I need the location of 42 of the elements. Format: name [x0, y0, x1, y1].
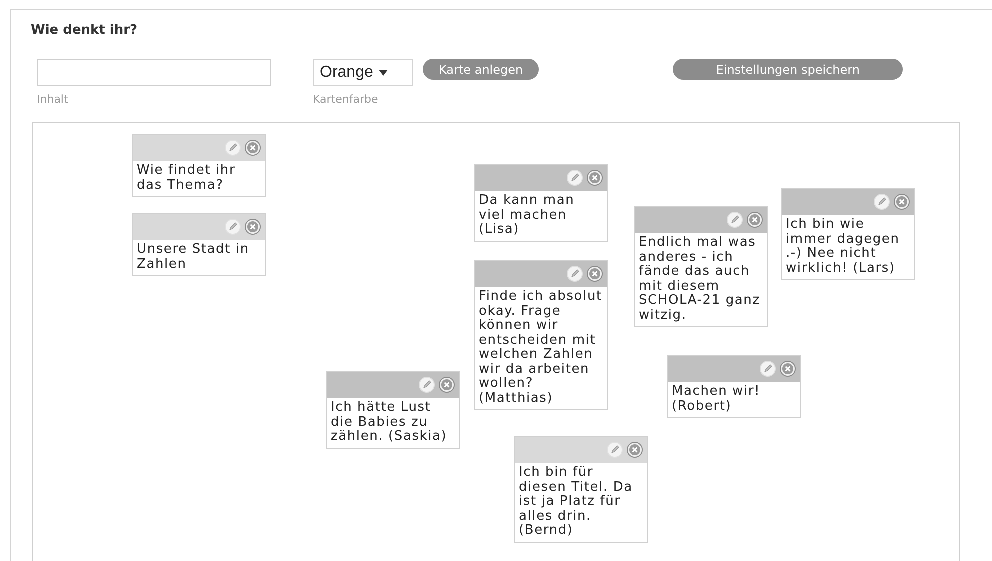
close-icon[interactable] — [587, 266, 603, 282]
content-label: Inhalt — [37, 92, 68, 108]
note-card[interactable]: Endlich mal was anderes - ich fände das auch mit diesem SCHOLA-21 ganz witzig. — [634, 206, 768, 327]
card-text: Endlich mal was anderes - ich fände das auch mit diesem SCHOLA-21 ganz witzig. — [638, 234, 762, 324]
card-text: Ich bin für diesen Titel. Da ist ja Platz für alles drin. (Bernd) — [518, 464, 634, 540]
note-card[interactable]: Ich bin für diesen Titel. Da ist ja Platz für alles drin. (Bernd) — [514, 436, 648, 542]
content-input-field[interactable] — [37, 59, 271, 86]
close-icon[interactable] — [894, 194, 910, 210]
card-text: Wie findet ihr das Thema? — [136, 162, 237, 194]
pencil-icon[interactable] — [419, 377, 435, 393]
dropdown-arrow-icon — [379, 70, 388, 76]
note-card[interactable]: Ich bin wie immer dagegen .-) Nee nicht wirklich! (Lars) — [781, 188, 915, 280]
pencil-icon[interactable] — [225, 140, 241, 156]
close-icon[interactable] — [780, 361, 796, 377]
note-card[interactable]: Ich hätte Lust die Babies zu zählen. (Saskia) — [326, 371, 460, 448]
page-title: Wie denkt ihr? — [31, 22, 138, 40]
note-card[interactable]: Wie findet ihr das Thema? — [132, 134, 266, 197]
close-icon[interactable] — [587, 170, 603, 186]
note-card[interactable]: Finde ich absolut okay. Frage können wir entscheiden mit welchen Zahlen wir da arbeiten wollen? (Matthias) — [474, 260, 608, 410]
close-icon[interactable] — [439, 377, 455, 393]
card-color-label: Kartenfarbe — [313, 92, 378, 108]
close-icon[interactable] — [245, 140, 261, 156]
pencil-icon[interactable] — [760, 361, 776, 377]
card-text: Ich bin wie immer dagegen .-) Nee nicht wirklich! (Lars) — [785, 216, 901, 278]
pencil-icon[interactable] — [567, 170, 583, 186]
card-text: Unsere Stadt in Zahlen — [136, 241, 250, 274]
note-card[interactable]: Unsere Stadt in Zahlen — [132, 213, 266, 276]
note-card[interactable]: Machen wir! (Robert) — [667, 355, 801, 418]
card-text: Machen wir! (Robert) — [671, 383, 762, 416]
close-icon[interactable] — [245, 219, 261, 235]
note-card[interactable]: Da kann man viel machen (Lisa) — [474, 164, 608, 242]
close-icon[interactable] — [627, 442, 643, 458]
color-dropdown[interactable]: Orange — [313, 59, 413, 86]
pencil-icon[interactable] — [874, 194, 890, 210]
pencil-icon[interactable] — [567, 266, 583, 282]
close-icon[interactable] — [747, 212, 763, 228]
card-text: Ich hätte Lust die Babies zu zählen. (Saskia) — [330, 399, 448, 446]
pencil-icon[interactable] — [225, 219, 241, 235]
card-text: Finde ich absolut okay. Frage können wir entscheiden mit welchen Zahlen wir da arbeiten wollen? (Matthias) — [478, 288, 604, 408]
pencil-icon[interactable] — [727, 212, 743, 228]
pencil-icon[interactable] — [607, 442, 623, 458]
card-text: Da kann man viel machen (Lisa) — [478, 192, 576, 239]
